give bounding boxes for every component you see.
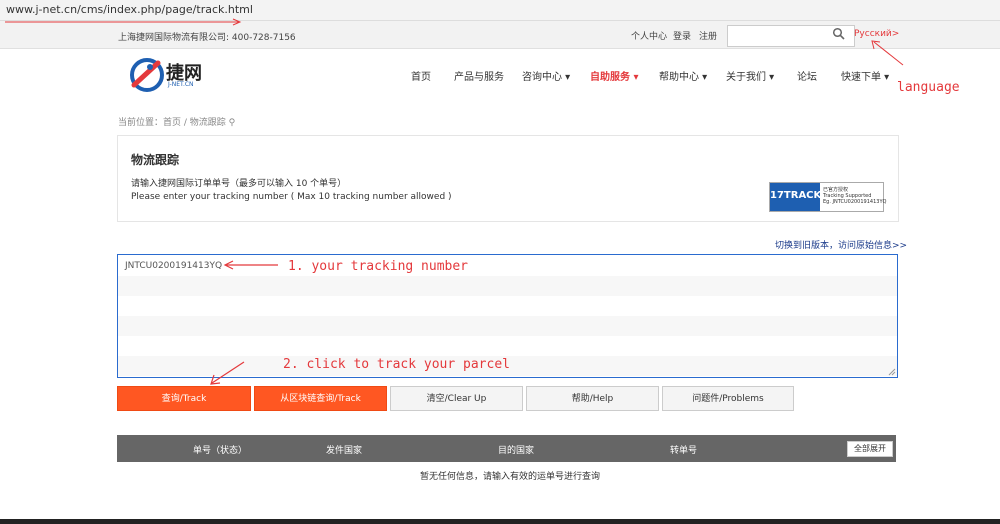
empty-results-message: 暂无任何信息，请输入有效的运单号进行查询 (420, 472, 601, 482)
search-icon[interactable] (832, 27, 846, 41)
nav-about-us[interactable]: 关于我们 ▾ (726, 68, 774, 83)
breadcrumb: 当前位置：首页 / 物流跟踪 ⚲ (118, 118, 236, 128)
site-logo[interactable]: 捷网 J-NET.CN (128, 55, 210, 95)
nav-consult[interactable]: 咨询中心 ▾ (522, 68, 570, 83)
nav-home[interactable]: 首页 (411, 68, 431, 83)
column-header-transfer-number: 转单号 (670, 446, 698, 456)
tracking-number-value[interactable]: JNTCU0200191413YQ (125, 261, 222, 271)
logo-subtext: J-NET.CN (168, 81, 194, 88)
problems-button[interactable]: 问题件/Problems (662, 386, 794, 411)
annotation-arrow-step1 (223, 260, 278, 270)
annotation-arrow-step2 (210, 361, 245, 385)
17track-badge-subtext: 已官方授权 Tracking Supported Eg. JNTCU020019… (823, 187, 887, 205)
login-link[interactable]: 登录 (673, 29, 691, 42)
expand-all-button[interactable]: 全部展开 (847, 441, 893, 457)
clear-button[interactable]: 清空/Clear Up (390, 386, 523, 411)
page-title: 物流跟踪 (131, 153, 180, 167)
resize-handle-icon[interactable] (888, 368, 896, 376)
17track-badge-label: 17TRACK (770, 183, 821, 211)
logo-mark-icon (130, 58, 164, 92)
nav-quick-order[interactable]: 快速下单 ▾ (841, 68, 889, 83)
company-phone: 上海捷网国际物流有限公司: 400-728-7156 (118, 33, 296, 43)
textarea-row (118, 276, 897, 296)
instruction-en: Please enter your tracking number ( Max … (131, 192, 452, 202)
17track-badge: 17TRACK 已官方授权 Tracking Supported Eg. JNT… (769, 182, 887, 212)
old-version-link[interactable]: 切换到旧版本，访问原始信息>> (775, 238, 907, 251)
instruction-cn: 请输入捷网国际订单单号（最多可以输入 10 个单号） (131, 179, 347, 189)
textarea-row (118, 316, 897, 336)
nav-products[interactable]: 产品与服务 (454, 68, 504, 83)
column-header-tracking-status: 单号（状态） (193, 446, 248, 456)
track-button[interactable]: 查询/Track (117, 386, 251, 411)
nav-self-service[interactable]: 自助服务 ▾ (590, 68, 639, 83)
annotation-language: language (897, 80, 960, 95)
annotation-step1: 1. your tracking number (288, 259, 469, 274)
help-button[interactable]: 帮助/Help (526, 386, 659, 411)
nav-forum[interactable]: 论坛 (797, 68, 817, 83)
blockchain-track-button[interactable]: 从区块链查询/Track (254, 386, 387, 411)
column-header-origin-country: 发件国家 (326, 446, 363, 456)
column-header-destination-country: 目的国家 (498, 446, 535, 456)
annotation-step2: 2. click to track your parcel (283, 357, 510, 372)
register-link[interactable]: 注册 (699, 29, 717, 42)
annotation-arrow-language (871, 40, 904, 66)
page-bottom-bar (0, 519, 1000, 524)
nav-help-center[interactable]: 帮助中心 ▾ (659, 68, 707, 83)
personal-center-link[interactable]: 个人中心 (631, 29, 667, 42)
annotation-url-underline (5, 18, 242, 26)
